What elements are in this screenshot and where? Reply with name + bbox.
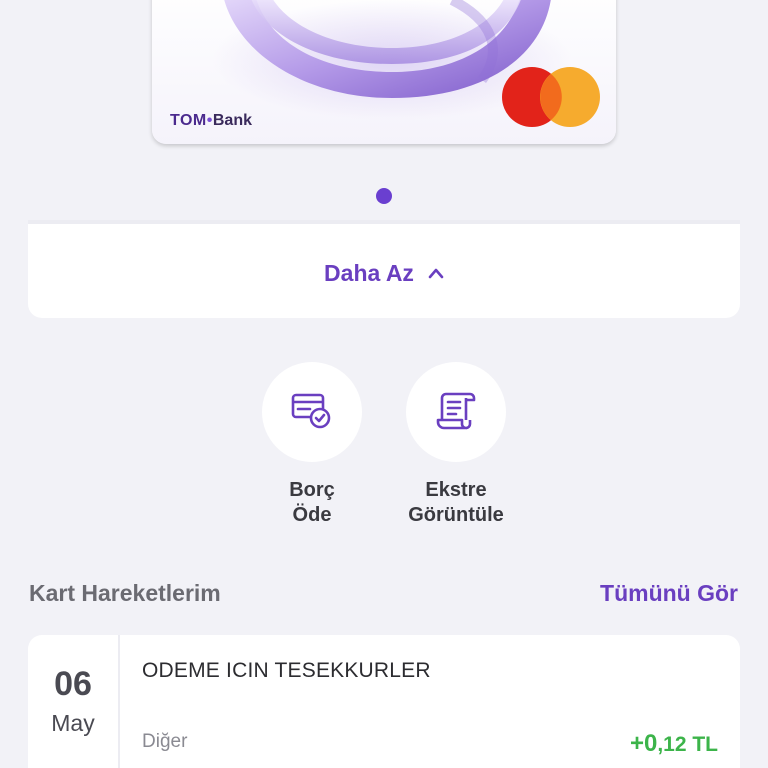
credit-card-image[interactable]: TOM•Bank (152, 0, 616, 144)
transaction-row[interactable]: 06 May ODEME ICIN TESEKKURLER Diğer +0,1… (28, 635, 740, 768)
view-statement-label: Ekstre Görüntüle (408, 479, 504, 526)
view-statement-button[interactable]: Ekstre Görüntüle (404, 362, 508, 528)
card-transactions-title: Kart Hareketlerim (29, 580, 221, 606)
tom-bank-logo: TOM•Bank (170, 112, 252, 129)
chevron-up-icon (428, 268, 444, 279)
receipt-scroll-icon (436, 392, 476, 430)
mastercard-logo-icon (502, 67, 600, 127)
pay-debt-circle (262, 362, 362, 462)
card-detail-screen: TOM•Bank Daha Az Borç Öde Ekstre Görüntü… (0, 0, 768, 768)
card-check-icon (291, 393, 331, 429)
transaction-category: Diğer (142, 731, 188, 752)
transaction-date: 06 May (28, 635, 120, 768)
pay-debt-label: Borç Öde (289, 479, 335, 526)
transaction-amount: +0,12 TL (629, 730, 718, 757)
divider (28, 220, 740, 224)
show-less-toggle[interactable]: Daha Az (28, 220, 740, 318)
pay-debt-button[interactable]: Borç Öde (262, 362, 362, 528)
see-all-link[interactable]: Tümünü Gör (600, 580, 738, 607)
transaction-month: May (51, 710, 95, 736)
transaction-description: ODEME ICIN TESEKKURLER (142, 659, 431, 682)
carousel-page-indicator (376, 188, 392, 204)
transaction-day: 06 (54, 665, 92, 703)
view-statement-circle (406, 362, 506, 462)
show-less-label: Daha Az (324, 259, 414, 286)
